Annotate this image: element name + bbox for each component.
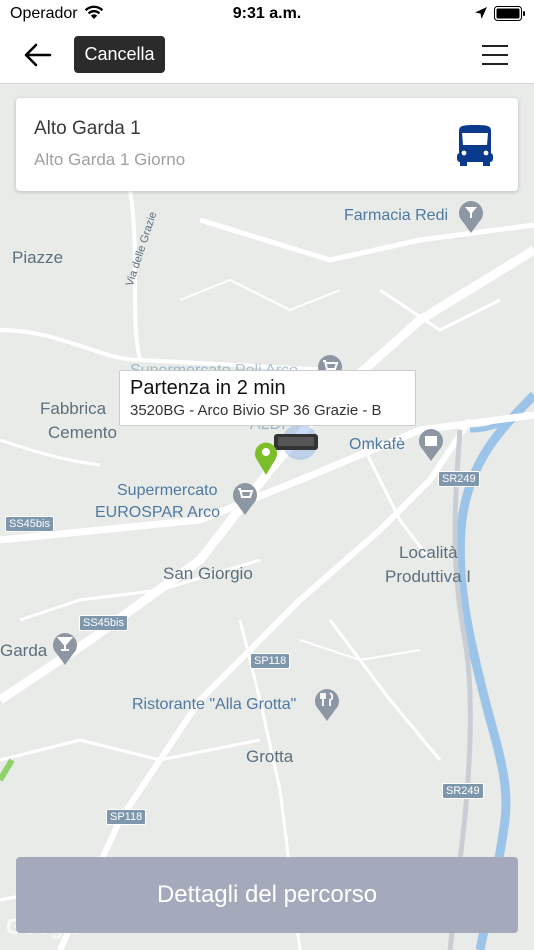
map-place-label: Cemento (48, 423, 117, 442)
road-tag: SS45bis (5, 516, 54, 532)
departure-callout[interactable]: Partenza in 2 min 3520BG - Arco Bivio SP… (119, 370, 416, 426)
departure-time: Partenza in 2 min (130, 377, 286, 399)
route-details-button[interactable]: Dettagli del percorso (16, 857, 518, 933)
road-tag: SR249 (442, 783, 484, 799)
map-place-label: Produttiva I (385, 567, 471, 586)
route-subtitle: Alto Garda 1 Giorno (34, 150, 186, 169)
map-place-label: Grotta (246, 747, 294, 766)
map-place-label: Garda (0, 641, 48, 660)
restaurant-pin-icon[interactable] (313, 686, 341, 722)
map-place-label: San Giorgio (163, 564, 253, 583)
road-tag: SR249 (438, 471, 480, 487)
bar-pin-icon[interactable] (51, 630, 79, 666)
hamburger-menu-icon[interactable] (480, 42, 510, 68)
poi-label: Farmacia Redi (344, 207, 449, 224)
shopping-bag-pin-icon[interactable] (417, 426, 445, 462)
map-place-label: Località (399, 543, 458, 562)
poi-label: EUROSPAR Arco (95, 504, 221, 521)
road-tag: SP118 (106, 809, 147, 825)
route-card[interactable]: Alto Garda 1 Alto Garda 1 Giorno (16, 98, 518, 191)
poi-label: Supermercato (117, 482, 218, 499)
back-arrow-icon[interactable] (22, 40, 54, 70)
route-name: Alto Garda 1 (34, 118, 141, 139)
stop-name: 3520BG - Arco Bivio SP 36 Grazie - B (130, 402, 382, 419)
battery-icon (494, 6, 525, 21)
nav-bar: Cancella (0, 28, 534, 84)
road-tag: SP118 (250, 653, 291, 669)
pharmacy-pin-icon[interactable] (457, 198, 485, 234)
poi-label: Ristorante "Alla Grotta" (132, 696, 297, 713)
road-tag: SS45bis (79, 615, 128, 631)
bus-icon (457, 125, 493, 166)
shopping-cart-pin-icon[interactable] (231, 480, 259, 516)
cancel-button[interactable]: Cancella (74, 36, 165, 73)
map-roads (0, 84, 534, 950)
map-place-label: Piazze (12, 248, 64, 267)
map-place-label: Fabbrica (40, 399, 107, 418)
poi-label: Omkafè (349, 436, 406, 453)
clock: 9:31 a.m. (232, 5, 302, 22)
map-view[interactable]: Piazze Fabbrica Cemento San Giorgio Loca… (0, 84, 534, 950)
stop-marker-icon[interactable] (253, 440, 279, 476)
status-bar: Operador 9:31 a.m. (0, 0, 534, 28)
location-arrow-icon (475, 7, 487, 19)
